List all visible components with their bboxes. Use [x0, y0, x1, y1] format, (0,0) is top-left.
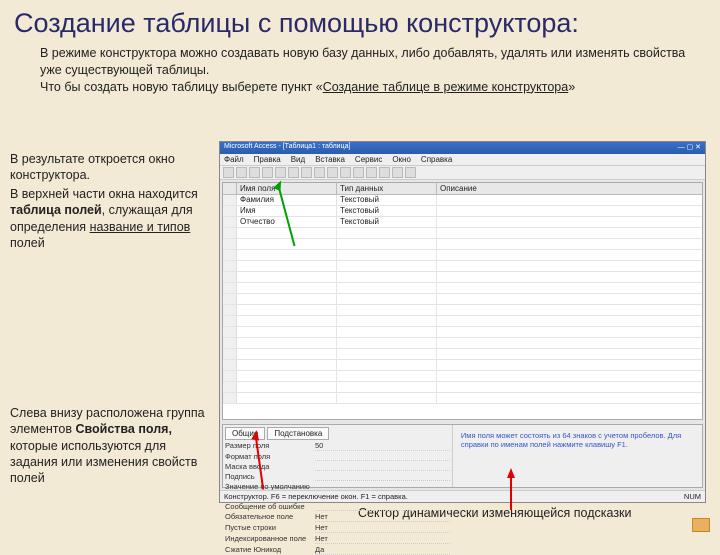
- window-title: Microsoft Access - [Таблица1 : таблица]: [224, 143, 350, 153]
- table-row[interactable]: ИмяТекстовый: [223, 206, 702, 217]
- menu-view[interactable]: Вид: [291, 155, 305, 164]
- property-row[interactable]: Индексированное полеНет: [225, 534, 450, 544]
- left-note-1: В результате откроется окно конструктора…: [10, 151, 215, 184]
- menu-help[interactable]: Справка: [421, 155, 452, 164]
- toolbar-icon[interactable]: [262, 167, 273, 178]
- col-description: Описание: [437, 183, 702, 194]
- col-field-name: Имя поля: [237, 183, 337, 194]
- table-row[interactable]: [223, 382, 702, 393]
- table-row[interactable]: [223, 294, 702, 305]
- intro-text: В режиме конструктора можно создавать но…: [0, 43, 720, 104]
- menu-window[interactable]: Окно: [392, 155, 411, 164]
- table-row[interactable]: [223, 371, 702, 382]
- property-row[interactable]: Подпись: [225, 472, 450, 481]
- field-grid[interactable]: Имя поля Тип данных Описание ФамилияТекс…: [222, 182, 703, 420]
- table-row[interactable]: [223, 272, 702, 283]
- window-controls: — ▢ ✕: [678, 143, 701, 153]
- table-row[interactable]: [223, 305, 702, 316]
- table-row[interactable]: [223, 250, 702, 261]
- table-row[interactable]: [223, 360, 702, 371]
- table-row[interactable]: [223, 228, 702, 239]
- toolbar-icon[interactable]: [392, 167, 403, 178]
- toolbar-icon[interactable]: [275, 167, 286, 178]
- status-right: NUM: [684, 492, 701, 501]
- toolbar-icon[interactable]: [314, 167, 325, 178]
- property-row[interactable]: Обязательное полеНет: [225, 512, 450, 522]
- slide-title: Создание таблицы с помощью конструктора:: [0, 0, 720, 43]
- table-row[interactable]: [223, 338, 702, 349]
- toolbar-icon[interactable]: [405, 167, 416, 178]
- table-row[interactable]: [223, 393, 702, 404]
- toolbar-icon[interactable]: [327, 167, 338, 178]
- toolbar-icon[interactable]: [249, 167, 260, 178]
- table-row[interactable]: ОтчествоТекстовый: [223, 217, 702, 228]
- menu-insert[interactable]: Вставка: [315, 155, 345, 164]
- property-row[interactable]: Сжатие ЮникодДа: [225, 545, 450, 555]
- statusbar: Конструктор. F6 = переключение окон. F1 …: [220, 490, 705, 502]
- toolbar-icon[interactable]: [288, 167, 299, 178]
- toolbar: [220, 166, 705, 180]
- toolbar-icon[interactable]: [301, 167, 312, 178]
- intro-p1: В режиме конструктора можно создавать но…: [40, 46, 685, 77]
- dynamic-hint: Имя поля может состоять из 64 знаков с у…: [453, 425, 702, 487]
- intro-link: Создание таблице в режиме конструктора: [323, 80, 569, 94]
- left-note-2: В верхней части окна находится таблица п…: [10, 186, 210, 251]
- table-row[interactable]: [223, 316, 702, 327]
- table-row[interactable]: [223, 261, 702, 272]
- field-properties-panel: ОбщиеПодстановка Размер поля50Формат пол…: [222, 424, 703, 488]
- menu-tools[interactable]: Сервис: [355, 155, 382, 164]
- access-designer-screenshot: Microsoft Access - [Таблица1 : таблица] …: [219, 141, 706, 503]
- intro-p2a: Что бы создать новую таблицу выберете пу…: [40, 80, 323, 94]
- menubar: Файл Правка Вид Вставка Сервис Окно Спра…: [220, 154, 705, 166]
- property-row[interactable]: Сообщение об ошибке: [225, 502, 450, 511]
- toolbar-icon[interactable]: [379, 167, 390, 178]
- toolbar-icon[interactable]: [366, 167, 377, 178]
- menu-edit[interactable]: Правка: [254, 155, 281, 164]
- table-row[interactable]: [223, 283, 702, 294]
- grid-header: Имя поля Тип данных Описание: [223, 183, 702, 195]
- table-row[interactable]: [223, 327, 702, 338]
- window-titlebar: Microsoft Access - [Таблица1 : таблица] …: [220, 142, 705, 154]
- col-data-type: Тип данных: [337, 183, 437, 194]
- status-left: Конструктор. F6 = переключение окон. F1 …: [224, 492, 408, 501]
- menu-file[interactable]: Файл: [224, 155, 244, 164]
- property-row[interactable]: Пустые строкиНет: [225, 523, 450, 533]
- intro-p2b: »: [568, 80, 575, 94]
- toolbar-icon[interactable]: [340, 167, 351, 178]
- toolbar-icon[interactable]: [223, 167, 234, 178]
- left-note-3: Слева внизу расположена группа элементов…: [10, 405, 215, 486]
- table-row[interactable]: ФамилияТекстовый: [223, 195, 702, 206]
- tab-lookup[interactable]: Подстановка: [267, 427, 329, 440]
- toolbar-icon[interactable]: [236, 167, 247, 178]
- nav-home-icon[interactable]: [692, 518, 710, 532]
- toolbar-icon[interactable]: [353, 167, 364, 178]
- table-row[interactable]: [223, 349, 702, 360]
